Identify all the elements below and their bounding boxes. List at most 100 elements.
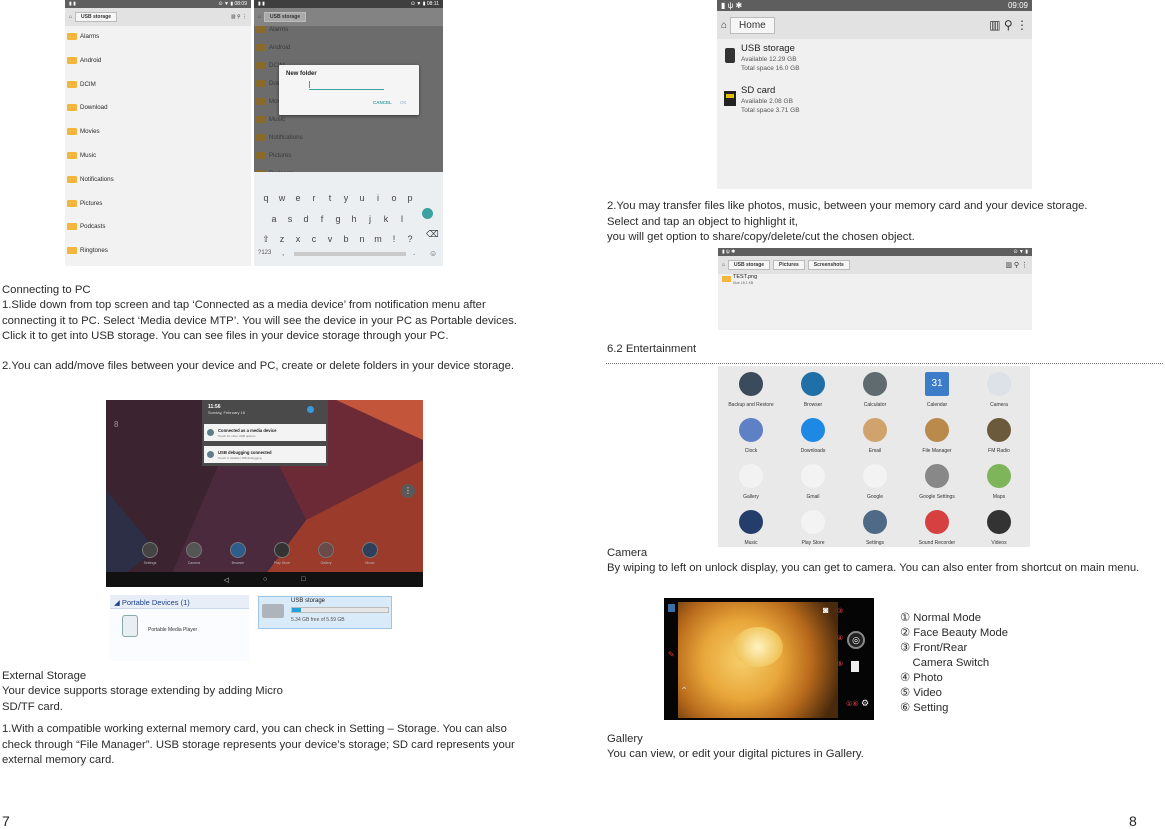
shutter-button[interactable]: ◎ [847,631,865,649]
keyboard-key[interactable]: g [330,214,346,224]
app-item[interactable]: Camera [974,372,1024,408]
breadcrumb-home[interactable]: Home [730,16,775,34]
folder-item[interactable]: Alarms [65,33,251,40]
toolbar-icons[interactable]: ▥ ⚲ ⋮ [1005,261,1028,269]
dock-app-icon[interactable] [186,542,202,558]
sd-card-item[interactable]: SD card Available 2.08 GB Total space 3.… [717,82,1032,122]
keyboard-key[interactable]: ! [386,234,402,244]
folder-item[interactable]: Music [65,152,251,159]
folder-item[interactable]: Music [254,116,443,123]
back-icon[interactable]: ◁ [224,576,229,584]
keyboard-key[interactable]: n [354,234,370,244]
keyboard-key[interactable]: y [338,193,354,203]
keyboard-key[interactable]: a [266,214,282,224]
keyboard-key[interactable]: x [290,234,306,244]
home-button-icon[interactable]: ○ [263,576,267,583]
app-item[interactable]: Calculator [850,372,900,408]
app-item[interactable]: Videos [974,510,1024,546]
shift-key[interactable]: ⇧ [258,229,274,247]
keyboard-key[interactable]: k [378,214,394,224]
app-item[interactable]: Play Store [788,510,838,546]
comma-key[interactable]: , [282,248,284,257]
keyboard-key[interactable]: o [386,193,402,203]
dock-app-icon[interactable] [318,542,334,558]
keyboard-key[interactable]: i [370,193,386,203]
keyboard-key[interactable]: v [322,234,338,244]
keyboard-key[interactable]: f [314,214,330,224]
keyboard-key[interactable]: m [370,234,386,244]
cancel-button[interactable]: CANCEL [373,100,392,105]
app-item[interactable]: Google Settings [912,464,962,500]
emoji-key[interactable]: ☺ [429,249,437,258]
app-item[interactable]: Gmail [788,464,838,500]
app-item[interactable]: Downloads [788,418,838,454]
folder-item[interactable]: Android [254,44,443,51]
keyboard-key[interactable]: ? [402,234,418,244]
ok-button[interactable]: OK [400,100,407,105]
app-item[interactable]: Email [850,418,900,454]
home-icon[interactable]: ⌂ [721,20,727,31]
camera-switch-icon[interactable]: ◙ [823,605,828,615]
home-icon[interactable]: ⌂ [258,14,261,20]
keyboard-key[interactable]: l [394,214,410,224]
folder-item[interactable]: Alarms [254,26,443,33]
video-icon[interactable] [851,661,859,672]
keyboard-key[interactable]: t [322,193,338,203]
app-item[interactable]: FM Radio [974,418,1024,454]
keyboard-key[interactable]: j [362,214,378,224]
folder-item[interactable]: Notifications [254,134,443,141]
period-key[interactable]: . [413,248,415,257]
folder-item[interactable]: Android [65,56,251,64]
breadcrumb-pictures[interactable]: Pictures [773,260,805,270]
keyboard-key[interactable]: e [290,193,306,203]
settings-gear-icon[interactable]: ⚙ [861,698,869,709]
usb-storage-item[interactable]: USB storage Available 12.29 GB Total spa… [717,40,1032,80]
keyboard-key[interactable]: d [298,214,314,224]
enter-key[interactable] [422,208,433,219]
face-beauty-icon[interactable]: ✎ [668,650,675,659]
dock-app-icon[interactable] [142,542,158,558]
file-name[interactable]: TEST.png [733,274,757,280]
keyboard-key[interactable]: q [258,193,274,203]
breadcrumb[interactable]: USB storage [75,12,118,22]
home-icon[interactable]: ⌂ [722,262,725,268]
app-item[interactable]: Browser [788,372,838,408]
drive-tile[interactable]: USB storage 5.34 GB free of 5.59 GB [258,596,392,629]
app-drawer-icon[interactable]: ⋮ [401,484,415,498]
backspace-key[interactable]: ⌫ [426,229,439,240]
toolbar-icons[interactable]: ▥ ⚲ ⋮ [989,18,1028,32]
keyboard-key[interactable]: u [354,193,370,203]
app-item[interactable]: Maps [974,464,1024,500]
folder-item[interactable]: Movies [65,128,251,136]
folder-name-input[interactable] [309,89,384,90]
dock-app-icon[interactable] [230,542,246,558]
notification-usb-debugging[interactable]: USB debugging connected Touch to disable… [204,446,326,463]
folder-item[interactable]: Pictures [254,152,443,159]
keyboard-key[interactable]: s [282,214,298,224]
keyboard-key[interactable]: r [306,193,322,203]
app-item[interactable]: 31 Calendar [912,372,962,408]
folder-item[interactable]: Notifications [65,175,251,183]
folder-item[interactable]: Ringtones [65,247,251,255]
keyboard-key[interactable]: c [306,234,322,244]
keyboard-key[interactable]: b [338,234,354,244]
portable-devices-group[interactable]: ◢ Portable Devices (1) [110,595,249,609]
keyboard-key[interactable]: p [402,193,418,203]
app-item[interactable]: File Manager [912,418,962,454]
breadcrumb-usb[interactable]: USB storage [728,260,771,270]
home-icon[interactable]: ⌂ [69,14,72,20]
symbols-key[interactable]: ?123 [258,250,271,256]
space-key[interactable] [294,252,406,256]
user-icon[interactable] [307,406,314,413]
app-item[interactable]: Sound Recorder [912,510,962,546]
folder-item[interactable]: Download [65,104,251,112]
keyboard-key[interactable]: z [274,234,290,244]
app-item[interactable]: Clock [726,418,776,454]
toolbar-icons[interactable]: ▥ ⚲ ⋮ [231,14,247,20]
thumbnail-icon[interactable] [668,604,675,612]
app-item[interactable]: Backup and Restore [726,372,776,408]
app-item[interactable]: Google [850,464,900,500]
breadcrumb[interactable]: USB storage [264,12,307,22]
recents-icon[interactable]: □ [301,576,305,583]
folder-item[interactable]: Pictures [65,199,251,207]
